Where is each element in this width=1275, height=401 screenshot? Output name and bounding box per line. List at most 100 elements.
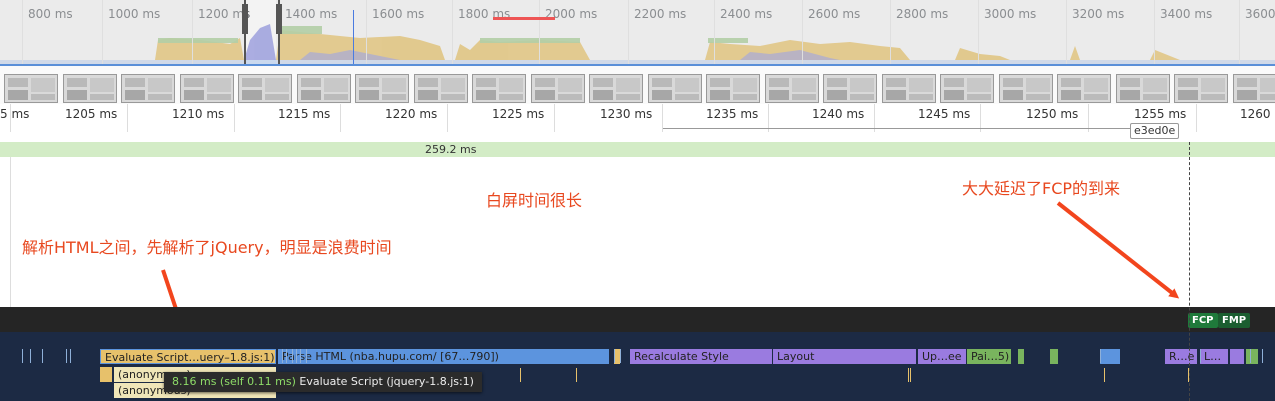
filmstrip-frame[interactable] <box>121 74 175 103</box>
ruler-tick-label: 1245 ms <box>918 107 971 121</box>
flame-function-call[interactable] <box>100 367 112 382</box>
flame-evaluate-script[interactable]: Evaluate Script…uery–1.8.js:1) <box>100 349 276 364</box>
duration-label: 259.2 ms <box>425 143 477 156</box>
flame-recalc-short[interactable]: R…e <box>1165 349 1197 364</box>
filmstrip-frame[interactable] <box>882 74 936 103</box>
fmp-marker[interactable]: FMP <box>1218 313 1251 328</box>
filmstrip-frame[interactable] <box>531 74 585 103</box>
ruler-tick <box>340 104 341 132</box>
selection-window[interactable] <box>242 0 282 64</box>
flame-sliver[interactable] <box>576 368 577 382</box>
ruler-tick-label: 5 ms <box>0 107 30 121</box>
ruler-tick-label: 1240 ms <box>812 107 865 121</box>
ruler-tick <box>10 104 11 132</box>
fcp-marker[interactable]: FCP <box>1188 313 1218 328</box>
network-range-indicator <box>493 17 555 20</box>
ruler-tick <box>127 104 128 132</box>
cursor-line <box>353 10 354 64</box>
flame-sliver[interactable] <box>1262 349 1263 363</box>
flame-sliver[interactable] <box>296 349 297 363</box>
flame-parse-small[interactable] <box>1100 349 1120 364</box>
selection-handle-right[interactable] <box>276 4 282 34</box>
filmstrip-frame[interactable] <box>1057 74 1111 103</box>
time-ruler: 5 ms 1205 ms 1210 ms 1215 ms 1220 ms 1225 ms 1… <box>0 104 1275 143</box>
flame-composite-2[interactable] <box>1018 349 1024 364</box>
flame-layout[interactable]: Layout <box>773 349 916 364</box>
filmstrip-frame[interactable] <box>4 74 58 103</box>
marker-range-line <box>663 128 1176 129</box>
flame-sliver[interactable] <box>1200 349 1201 363</box>
ruler-tick <box>1196 104 1197 132</box>
filmstrip-frame[interactable] <box>648 74 702 103</box>
flame-parse-html[interactable]: Parse HTML (nba.hupu.com/ [67…790]) <box>278 349 609 364</box>
flame-sliver[interactable] <box>1104 368 1105 382</box>
flame-sliver[interactable] <box>908 368 909 382</box>
ruler-tick-label: 1215 ms <box>278 107 331 121</box>
filmstrip-frame[interactable] <box>1174 74 1228 103</box>
ruler-tick-label: 1250 ms <box>1026 107 1079 121</box>
ruler-tick <box>447 104 448 132</box>
flame-layout-short[interactable]: L… <box>1200 349 1228 364</box>
lane-divider <box>10 157 11 307</box>
tooltip-text: Evaluate Script (jquery-1.8.js:1) <box>299 375 474 388</box>
flame-update-layer-tree[interactable]: Up…ee <box>918 349 966 364</box>
flame-sliver[interactable] <box>910 368 911 382</box>
flame-sliver[interactable] <box>282 349 283 363</box>
annotation-parse-jquery: 解析HTML之间，先解析了jQuery，明显是浪费时间 <box>22 238 392 257</box>
filmstrip-frame[interactable] <box>472 74 526 103</box>
flame-sliver[interactable] <box>620 349 621 363</box>
screenshot-filmstrip[interactable] <box>0 64 1275 107</box>
timings-lane <box>0 307 1275 332</box>
flame-sliver[interactable] <box>42 349 43 363</box>
selection-handle-left[interactable] <box>242 4 248 34</box>
tooltip-time: 8.16 ms (self 0.11 ms) <box>172 375 296 388</box>
flame-tooltip: 8.16 ms (self 0.11 ms) Evaluate Script (… <box>164 372 482 392</box>
filmstrip-frame[interactable] <box>63 74 117 103</box>
selection-mask-left <box>0 0 244 64</box>
flame-task[interactable] <box>1230 349 1244 364</box>
fcp-guideline <box>1189 142 1190 401</box>
annotation-white-screen: 白屏时间很长 <box>486 191 583 210</box>
ruler-tick-label: 1230 ms <box>600 107 653 121</box>
flame-sliver[interactable] <box>614 349 615 363</box>
flame-sliver[interactable] <box>306 349 307 363</box>
flame-sliver[interactable] <box>66 349 67 363</box>
flame-sliver[interactable] <box>70 349 71 363</box>
ruler-tick-label: 1210 ms <box>172 107 225 121</box>
flame-sliver[interactable] <box>30 349 31 363</box>
filmstrip-frame[interactable] <box>823 74 877 103</box>
selection-mask-right <box>276 0 1275 64</box>
flame-composite[interactable] <box>1050 349 1058 364</box>
filmstrip-frame[interactable] <box>589 74 643 103</box>
ruler-tick-label: 1205 ms <box>65 107 118 121</box>
flame-sliver[interactable] <box>1250 349 1251 363</box>
filmstrip-frame[interactable] <box>765 74 819 103</box>
filmstrip-frame[interactable] <box>180 74 234 103</box>
flame-sliver[interactable] <box>22 349 23 363</box>
annotation-delay-fcp: 大大延迟了FCP的到来 <box>962 179 1121 198</box>
flame-sliver[interactable] <box>292 349 293 363</box>
filmstrip-frame[interactable] <box>297 74 351 103</box>
marker-tag[interactable]: e3ed0e <box>1130 123 1180 139</box>
ruler-tick-label: 1260 ms <box>1240 107 1275 121</box>
filmstrip-frame[interactable] <box>706 74 760 103</box>
selection-duration-bar: 259.2 ms <box>0 142 1275 157</box>
filmstrip-frame[interactable] <box>238 74 292 103</box>
flame-sliver[interactable] <box>286 349 287 363</box>
filmstrip-frame[interactable] <box>940 74 994 103</box>
filmstrip-frame[interactable] <box>1233 74 1275 103</box>
flame-paint-end[interactable] <box>1246 349 1258 364</box>
overview-pane[interactable]: 800 ms 1000 ms 1200 ms 1400 ms 1600 ms 1800 m… <box>0 0 1275 64</box>
flame-paint[interactable]: Pai…5) <box>967 349 1011 364</box>
filmstrip-frame[interactable] <box>999 74 1053 103</box>
filmstrip-frame[interactable] <box>414 74 468 103</box>
ruler-tick <box>554 104 555 132</box>
filmstrip-frame[interactable] <box>1116 74 1170 103</box>
ruler-tick-label: 1225 ms <box>492 107 545 121</box>
flame-sliver[interactable] <box>300 349 301 363</box>
flame-sliver[interactable] <box>1100 349 1101 363</box>
ruler-tick-label: 1220 ms <box>385 107 438 121</box>
flame-recalculate-style[interactable]: Recalculate Style <box>630 349 772 364</box>
flame-sliver[interactable] <box>520 368 521 382</box>
filmstrip-frame[interactable] <box>355 74 409 103</box>
